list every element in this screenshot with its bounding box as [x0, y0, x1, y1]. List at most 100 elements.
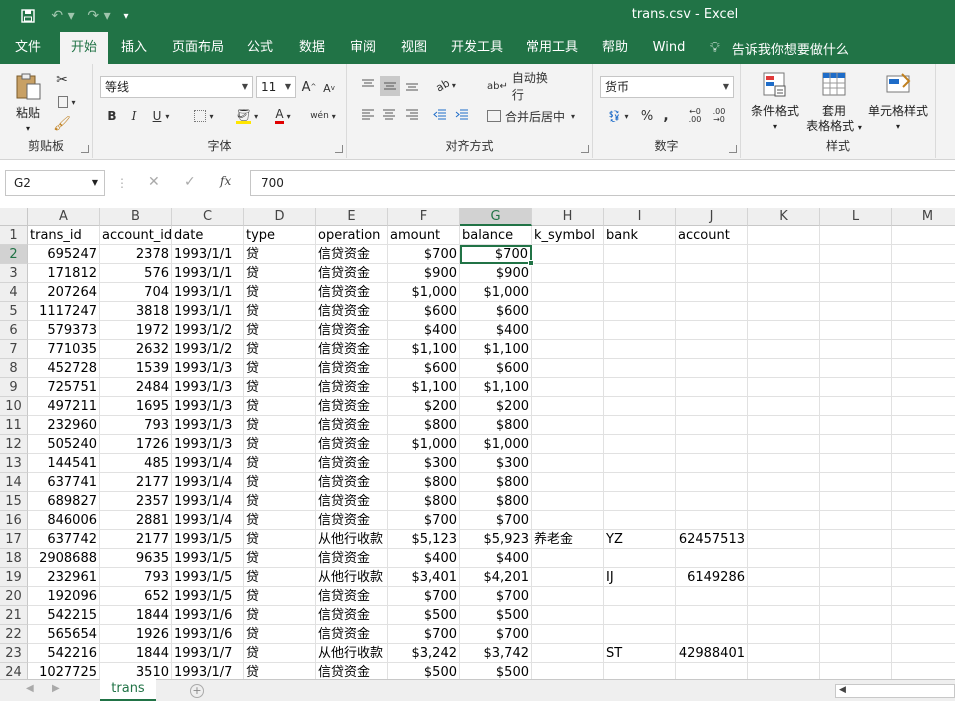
cell[interactable] — [892, 245, 955, 264]
cell[interactable]: $400 — [460, 321, 532, 340]
cell[interactable]: 6149286 — [676, 568, 748, 587]
cell[interactable]: 1844 — [100, 606, 172, 625]
horizontal-scrollbar[interactable]: ◀ — [835, 684, 955, 698]
row-header[interactable]: 12 — [0, 435, 28, 454]
cell[interactable] — [892, 568, 955, 587]
borders-button[interactable]: ▾ — [189, 106, 219, 126]
font-color-button[interactable]: A ▾ — [267, 106, 299, 126]
cell[interactable] — [820, 321, 892, 340]
cell[interactable]: bank — [604, 226, 676, 245]
cell[interactable] — [820, 511, 892, 530]
cell[interactable]: 从他行收款 — [316, 644, 388, 663]
tab-file[interactable]: 文件 — [6, 32, 50, 64]
cell[interactable] — [748, 511, 820, 530]
cell[interactable]: 1993/1/1 — [172, 283, 244, 302]
cell[interactable]: 2908688 — [28, 549, 100, 568]
row-header[interactable]: 15 — [0, 492, 28, 511]
cell[interactable] — [892, 587, 955, 606]
cell[interactable] — [820, 568, 892, 587]
active-cell[interactable]: $700 — [460, 245, 532, 264]
cell[interactable]: $1,100 — [460, 340, 532, 359]
clipboard-launcher-icon[interactable] — [81, 145, 89, 153]
cell[interactable]: $400 — [388, 549, 460, 568]
cell[interactable] — [676, 397, 748, 416]
cell[interactable]: 1993/1/6 — [172, 625, 244, 644]
cell[interactable] — [748, 587, 820, 606]
cell[interactable]: 171812 — [28, 264, 100, 283]
cell[interactable]: balance — [460, 226, 532, 245]
cell[interactable]: 贷 — [244, 283, 316, 302]
cell[interactable]: 1993/1/1 — [172, 245, 244, 264]
cell[interactable]: 贷 — [244, 606, 316, 625]
cell[interactable]: 贷 — [244, 663, 316, 679]
cell[interactable] — [604, 454, 676, 473]
cell[interactable]: 贷 — [244, 245, 316, 264]
cell[interactable] — [892, 226, 955, 245]
cell[interactable]: 信贷资金 — [316, 473, 388, 492]
row-header[interactable]: 23 — [0, 644, 28, 663]
select-all-corner[interactable] — [0, 208, 28, 226]
row-header[interactable]: 20 — [0, 587, 28, 606]
cell[interactable] — [532, 416, 604, 435]
cell[interactable] — [892, 378, 955, 397]
cell[interactable]: 1993/1/5 — [172, 549, 244, 568]
cell[interactable]: 贷 — [244, 340, 316, 359]
cell[interactable] — [820, 473, 892, 492]
cell[interactable] — [604, 625, 676, 644]
redo-icon[interactable]: ↷ ▾ — [86, 7, 112, 25]
cell[interactable]: $700 — [460, 587, 532, 606]
cell[interactable] — [532, 321, 604, 340]
cell[interactable] — [820, 283, 892, 302]
align-middle-icon[interactable] — [380, 76, 400, 96]
cell[interactable]: 565654 — [28, 625, 100, 644]
cell[interactable] — [532, 435, 604, 454]
cell[interactable] — [820, 226, 892, 245]
cell[interactable] — [892, 283, 955, 302]
cell[interactable]: 贷 — [244, 473, 316, 492]
cell[interactable]: $3,401 — [388, 568, 460, 587]
cell[interactable]: $500 — [460, 663, 532, 679]
accounting-format-button[interactable]: 💱︎ ▾ — [603, 106, 633, 126]
underline-button[interactable]: U ▾ — [147, 106, 175, 126]
cell[interactable] — [604, 587, 676, 606]
cell[interactable]: $1,000 — [388, 283, 460, 302]
tab-insert[interactable]: 插入 — [114, 32, 154, 64]
decrease-decimal-button[interactable]: .00 →0 — [709, 106, 729, 126]
cell[interactable] — [604, 245, 676, 264]
cell[interactable] — [604, 606, 676, 625]
cell[interactable] — [532, 625, 604, 644]
cell[interactable] — [676, 416, 748, 435]
cell[interactable] — [676, 283, 748, 302]
add-sheet-icon[interactable]: + — [190, 684, 204, 698]
column-header[interactable]: D — [244, 208, 316, 226]
cell[interactable]: 3818 — [100, 302, 172, 321]
comma-style-button[interactable]: , — [659, 106, 673, 126]
cell[interactable]: $600 — [388, 302, 460, 321]
cell[interactable]: $1,100 — [460, 378, 532, 397]
cell[interactable]: 2632 — [100, 340, 172, 359]
cell[interactable]: 信贷资金 — [316, 397, 388, 416]
cell[interactable]: 497211 — [28, 397, 100, 416]
cell[interactable] — [676, 549, 748, 568]
undo-icon[interactable]: ↶ ▾ — [50, 7, 76, 25]
tab-page-layout[interactable]: 页面布局 — [166, 32, 230, 64]
cell[interactable]: $200 — [460, 397, 532, 416]
cell[interactable]: $500 — [388, 606, 460, 625]
cell[interactable]: YZ — [604, 530, 676, 549]
column-header[interactable]: I — [604, 208, 676, 226]
row-header[interactable]: 6 — [0, 321, 28, 340]
font-launcher-icon[interactable] — [335, 145, 343, 153]
cell[interactable]: 信贷资金 — [316, 435, 388, 454]
cell[interactable]: 1993/1/2 — [172, 340, 244, 359]
shrink-font-button[interactable]: Av — [321, 79, 337, 97]
cell[interactable]: 1726 — [100, 435, 172, 454]
align-left-icon[interactable] — [359, 106, 377, 124]
font-name-select[interactable]: 等线 ▼ — [100, 76, 253, 98]
cell[interactable]: 贷 — [244, 568, 316, 587]
fill-color-button[interactable]: 🪣︎ ▾ — [231, 106, 263, 126]
cell[interactable]: 1993/1/3 — [172, 416, 244, 435]
row-header[interactable]: 9 — [0, 378, 28, 397]
cell[interactable]: 1993/1/3 — [172, 397, 244, 416]
cell[interactable]: $700 — [460, 625, 532, 644]
align-center-icon[interactable] — [380, 106, 398, 124]
